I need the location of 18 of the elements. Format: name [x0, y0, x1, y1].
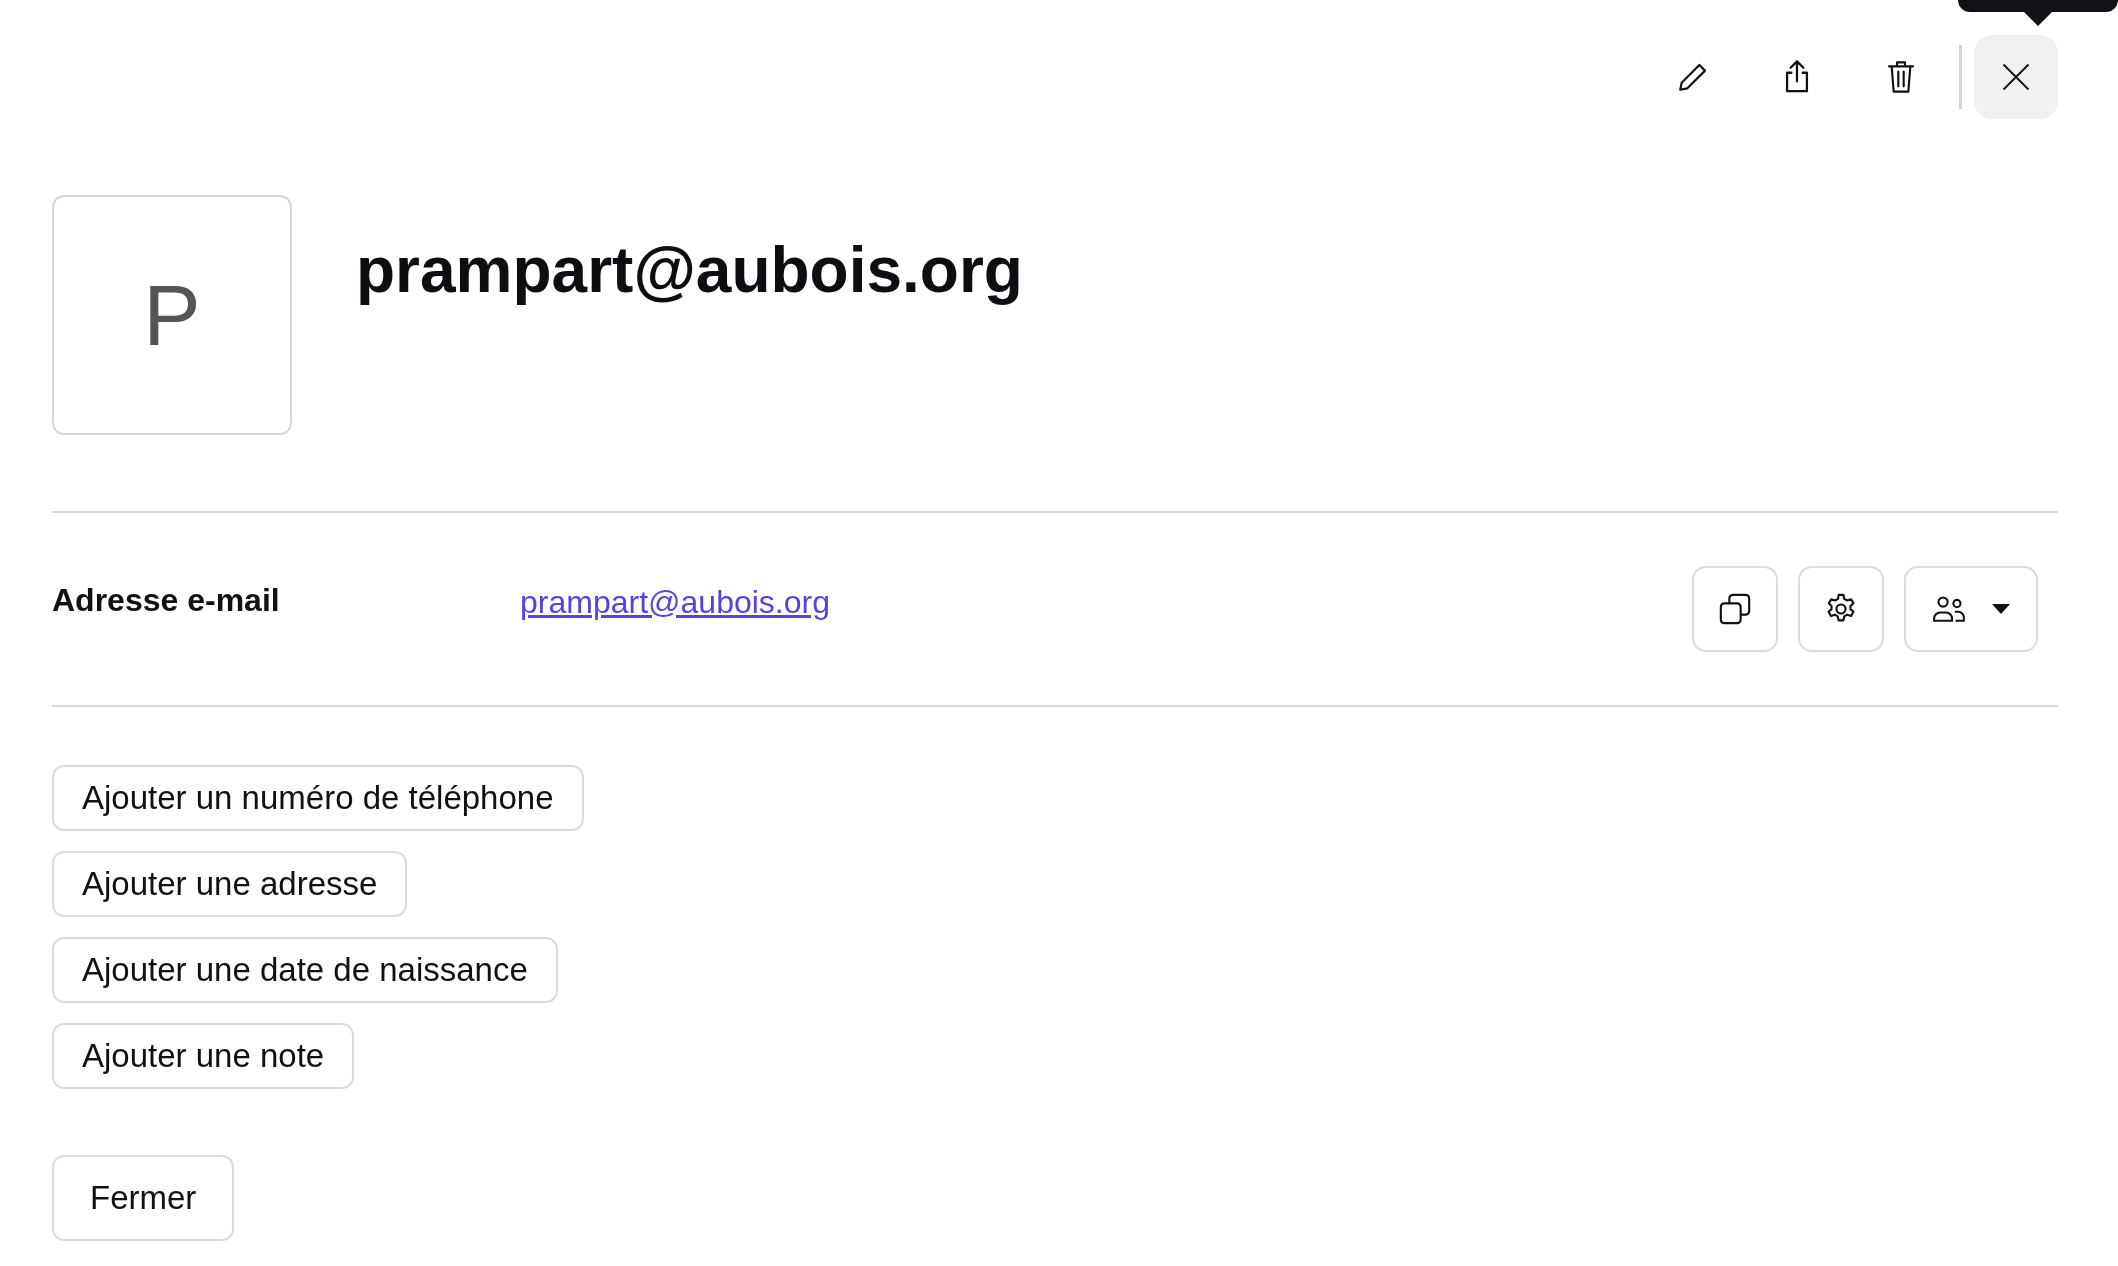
add-field-button[interactable]: Ajouter une date de naissance	[52, 937, 558, 1003]
add-field-button[interactable]: Ajouter un numéro de téléphone	[52, 765, 584, 831]
close-dialog-button[interactable]: Fermer	[52, 1155, 235, 1241]
copy-icon	[1718, 592, 1752, 626]
people-icon	[1932, 595, 1968, 623]
close-icon	[2001, 62, 2031, 92]
trash-icon	[1885, 59, 1917, 95]
contact-title: prampart@aubois.org	[356, 233, 1023, 307]
people-dropdown-button[interactable]	[1904, 566, 2038, 652]
field-label: Adresse e-mail	[52, 581, 281, 619]
add-field-button[interactable]: Ajouter une adresse	[52, 851, 408, 917]
avatar: P	[52, 195, 292, 435]
caret-icon	[1992, 604, 2010, 614]
add-field-button[interactable]: Ajouter une note	[52, 1023, 355, 1089]
close-button[interactable]	[1974, 35, 2058, 119]
settings-button[interactable]	[1798, 566, 1884, 652]
copy-button[interactable]	[1692, 566, 1778, 652]
email-link[interactable]: prampart@aubois.org	[520, 583, 830, 621]
